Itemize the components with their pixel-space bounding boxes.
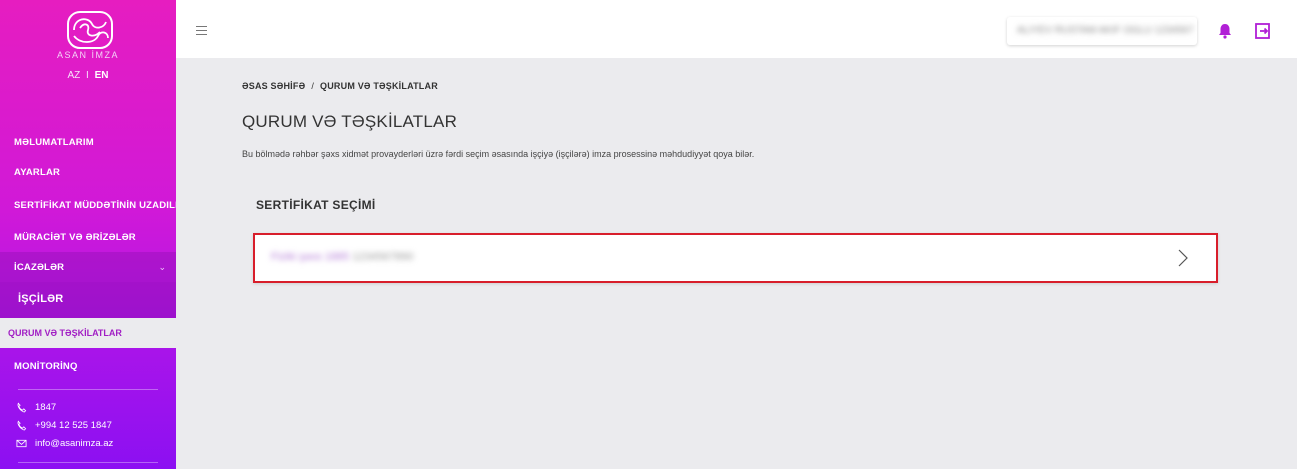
page-description: Bu bölmədə rəhbər şəxs xidmət provayderl…: [242, 149, 755, 159]
certificate-name: Fiziki şəxs 1885 1234567890: [271, 251, 414, 263]
lang-az-link[interactable]: AZ: [67, 70, 80, 81]
certificate-number: 1234567890: [352, 251, 414, 263]
breadcrumb-current: QURUM VƏ TƏŞKİLATLAR: [320, 81, 438, 91]
user-name-text: ALIYEV RUSTAM AKIF OGLU 1234567: [1017, 25, 1194, 36]
chevron-down-icon: ⌄: [158, 262, 166, 272]
phone-icon: [17, 402, 27, 413]
page-title: QURUM VƏ TƏŞKİLATLAR: [242, 112, 458, 131]
sidebar-subitem-qurum-label: QURUM VƏ TƏŞKİLATLAR: [8, 328, 122, 338]
sidebar-item-monitorinq[interactable]: MONİTORİNQ: [14, 361, 78, 372]
breadcrumb-separator: /: [311, 81, 315, 91]
contact-phone-short[interactable]: 1847: [16, 402, 56, 413]
sidebar-item-sertifikat-uzadilmasi[interactable]: SERTİFİKAT MÜDDƏTİNİN UZADILMASI: [14, 200, 176, 211]
sidebar-item-melumatlarim[interactable]: MƏLUMATLARIM: [14, 137, 94, 148]
mail-icon: [16, 439, 27, 448]
sidebar-subitem-qurum-active[interactable]: QURUM VƏ TƏŞKİLATLAR: [0, 318, 176, 348]
chevron-right-icon: [1178, 249, 1188, 267]
contact-phone-full-text: +994 12 525 1847: [35, 420, 112, 431]
contact-phone-full[interactable]: +994 12 525 1847: [16, 420, 112, 431]
sidebar: ASAN İMZA AZ I EN MƏLUMATLARIM AYARLAR S…: [0, 0, 176, 469]
section-title: SERTİFİKAT SEÇİMİ: [256, 198, 376, 212]
sidebar-item-ayarlar[interactable]: AYARLAR: [14, 167, 60, 178]
sidebar-subitem-isciler-label: İŞÇİLƏR: [18, 293, 64, 305]
asan-imza-logo-icon[interactable]: [64, 10, 116, 50]
logo-text: ASAN İMZA: [56, 50, 119, 60]
sidebar-divider: [18, 389, 158, 390]
hamburger-menu-icon[interactable]: [196, 26, 207, 38]
sidebar-subitem-isciler[interactable]: İŞÇİLƏR: [0, 282, 176, 318]
contact-email[interactable]: info@asanimza.az: [16, 438, 113, 449]
logout-icon[interactable]: [1254, 22, 1272, 40]
lang-en-link[interactable]: EN: [95, 70, 109, 81]
breadcrumb-home[interactable]: ƏSAS SƏHİFƏ: [242, 81, 305, 91]
sidebar-divider-bottom: [18, 462, 158, 463]
certificate-name-text: Fiziki şəxs 1885: [271, 251, 350, 263]
user-name-box[interactable]: ALIYEV RUSTAM AKIF OGLU 1234567: [1007, 17, 1197, 45]
bell-icon[interactable]: [1218, 23, 1232, 39]
language-switcher: AZ I EN: [0, 70, 176, 81]
contact-phone-short-text: 1847: [35, 402, 57, 413]
sidebar-item-icazeler-label: İCAZƏLƏR: [14, 262, 65, 273]
breadcrumb: ƏSAS SƏHİFƏ / QURUM VƏ TƏŞKİLATLAR: [242, 81, 438, 91]
sidebar-item-muraciet[interactable]: MÜRACİƏT VƏ ƏRİZƏLƏR: [14, 232, 136, 243]
lang-separator: I: [86, 70, 89, 81]
sidebar-item-icazeler[interactable]: İCAZƏLƏR ⌄: [0, 252, 176, 282]
contact-email-text: info@asanimza.az: [35, 438, 114, 449]
topbar: ALIYEV RUSTAM AKIF OGLU 1234567: [176, 0, 1297, 58]
phone-icon: [17, 420, 27, 431]
certificate-select-card[interactable]: Fiziki şəxs 1885 1234567890: [253, 233, 1218, 283]
